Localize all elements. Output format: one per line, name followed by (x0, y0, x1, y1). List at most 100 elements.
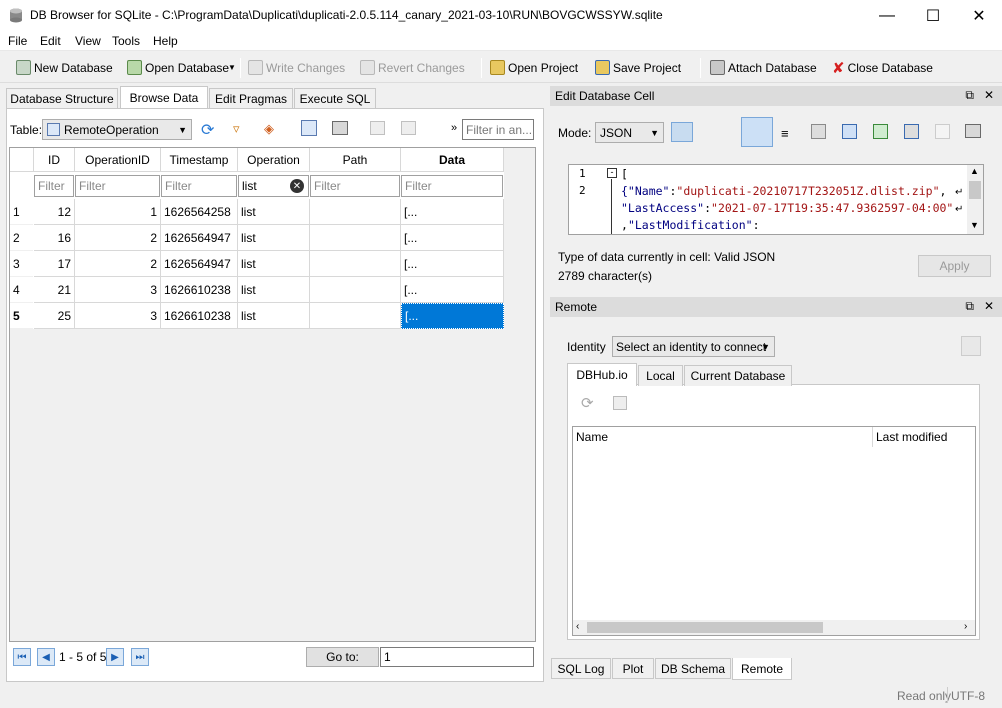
cell-operation[interactable]: list (238, 277, 310, 303)
undock-icon[interactable]: ⧉ (965, 88, 974, 103)
overflow-chevron-icon[interactable]: » (451, 122, 457, 134)
open-database-button[interactable]: Open Database (127, 52, 229, 83)
cell-data[interactable]: [... (401, 277, 504, 303)
close-database-button[interactable]: ✘ Close Database (832, 52, 933, 83)
scroll-up-icon[interactable]: ▲ (970, 166, 979, 176)
column-header-operation[interactable]: Operation (238, 148, 310, 172)
menu-view[interactable]: View (75, 34, 101, 48)
cell-id[interactable]: 21 (34, 277, 75, 303)
filter-in-any-column-input[interactable]: Filter in an... (462, 119, 534, 140)
goto-button[interactable]: Go to: (306, 647, 379, 667)
clear-filters-icon[interactable]: ▿ (233, 121, 240, 137)
cell-data[interactable]: [... (401, 303, 504, 329)
refresh-icon[interactable]: ⟳ (581, 394, 594, 412)
auto-switch-mode-icon[interactable] (671, 122, 693, 142)
menu-help[interactable]: Help (153, 34, 178, 48)
scroll-thumb[interactable] (969, 181, 981, 199)
row-header[interactable]: 5 (10, 303, 33, 329)
previous-page-button[interactable]: ◀ (37, 648, 55, 666)
scroll-right-icon[interactable]: › (964, 621, 967, 632)
print-icon[interactable] (332, 121, 348, 135)
cell-timestamp[interactable]: 1626564258 (161, 199, 238, 225)
minimize-button[interactable]: — (864, 0, 910, 31)
export-icon[interactable] (873, 124, 888, 139)
filter-path-input[interactable]: Filter (310, 175, 400, 197)
tab-database-structure[interactable]: Database Structure (6, 88, 118, 109)
column-header-timestamp[interactable]: Timestamp (161, 148, 238, 172)
cell-path[interactable] (310, 277, 401, 303)
cell-operationid[interactable]: 1 (75, 199, 161, 225)
first-page-button[interactable]: ⏮ (13, 648, 31, 666)
cell-operationid[interactable]: 2 (75, 251, 161, 277)
tab-remote[interactable]: Remote (732, 658, 792, 680)
cell-operation[interactable]: list (238, 251, 310, 277)
save-project-button[interactable]: Save Project (595, 52, 681, 83)
cell-operationid[interactable]: 3 (75, 277, 161, 303)
cell-operation[interactable]: list (238, 199, 310, 225)
refresh-icon[interactable]: ⟳ (201, 120, 214, 140)
tab-current-database[interactable]: Current Database (684, 365, 792, 386)
apply-button[interactable]: Apply (918, 255, 991, 277)
row-header[interactable]: 1 (10, 199, 33, 225)
undock-icon[interactable]: ⧉ (965, 299, 974, 314)
column-header-name[interactable]: Name (573, 427, 873, 447)
cell-data[interactable]: [... (401, 251, 504, 277)
cell-data[interactable]: [... (401, 225, 504, 251)
cell-path[interactable] (310, 251, 401, 277)
filter-operationid-input[interactable]: Filter (75, 175, 160, 197)
editor-scrollbar[interactable]: ▲ ▼ (967, 165, 983, 234)
identity-settings-icon[interactable] (961, 336, 981, 356)
cell-timestamp[interactable]: 1626610238 (161, 303, 238, 329)
row-header[interactable]: 4 (10, 277, 33, 303)
cell-id[interactable]: 25 (34, 303, 75, 329)
scroll-left-icon[interactable]: ‹ (576, 621, 579, 632)
row-header-corner[interactable] (10, 148, 34, 172)
save-table-as-icon[interactable] (301, 120, 317, 136)
word-wrap-toggle-icon[interactable] (741, 117, 773, 147)
open-project-button[interactable]: Open Project (490, 52, 578, 83)
tab-execute-sql[interactable]: Execute SQL (294, 88, 376, 109)
filter-operation-input[interactable]: list ✕ (238, 175, 309, 197)
delete-record-icon[interactable] (401, 121, 416, 135)
column-header-data[interactable]: Data (401, 148, 504, 172)
cell-timestamp[interactable]: 1626564947 (161, 251, 238, 277)
close-window-button[interactable]: ✕ (956, 0, 1002, 31)
set-as-null-icon[interactable] (904, 124, 919, 139)
mode-select[interactable]: JSON ▼ (595, 122, 664, 143)
last-page-button[interactable]: ⏭ (131, 648, 149, 666)
fold-collapse-icon[interactable]: - (607, 168, 617, 178)
cell-id[interactable]: 16 (34, 225, 75, 251)
scroll-down-icon[interactable]: ▼ (970, 220, 979, 230)
cell-operationid[interactable]: 3 (75, 303, 161, 329)
write-changes-button[interactable]: Write Changes (248, 52, 345, 83)
menu-edit[interactable]: Edit (40, 34, 61, 48)
open-database-dropdown-arrow[interactable]: ▼ (228, 52, 236, 83)
clone-database-icon[interactable] (613, 396, 627, 410)
menu-tools[interactable]: Tools (112, 34, 140, 48)
cell-path[interactable] (310, 199, 401, 225)
cell-operationid[interactable]: 2 (75, 225, 161, 251)
tab-local[interactable]: Local (638, 365, 683, 386)
next-page-button[interactable]: ▶ (106, 648, 124, 666)
filter-data-input[interactable]: Filter (401, 175, 503, 197)
column-header-operationid[interactable]: OperationID (75, 148, 161, 172)
menu-file[interactable]: File (8, 34, 27, 48)
column-header-id[interactable]: ID (34, 148, 75, 172)
cell-timestamp[interactable]: 1626610238 (161, 277, 238, 303)
cell-path[interactable] (310, 225, 401, 251)
clear-filter-icon[interactable]: ✕ (290, 179, 304, 193)
column-header-path[interactable]: Path (310, 148, 401, 172)
scroll-thumb[interactable] (587, 622, 823, 633)
cell-operation[interactable]: list (238, 303, 310, 329)
close-dock-icon[interactable]: ✕ (984, 299, 994, 314)
tab-dbhub[interactable]: DBHub.io (567, 363, 637, 386)
revert-changes-button[interactable]: Revert Changes (360, 52, 465, 83)
horizontal-scrollbar[interactable]: ‹ › (573, 620, 975, 635)
remote-database-list[interactable]: Name Last modified ‹ › (572, 426, 976, 636)
maximize-button[interactable]: ☐ (910, 0, 956, 31)
insert-record-icon[interactable] (370, 121, 385, 135)
table-select[interactable]: RemoteOperation ▼ (42, 119, 192, 140)
filter-id-input[interactable]: Filter (34, 175, 74, 197)
null-icon[interactable] (811, 124, 826, 139)
tab-edit-pragmas[interactable]: Edit Pragmas (209, 88, 293, 109)
